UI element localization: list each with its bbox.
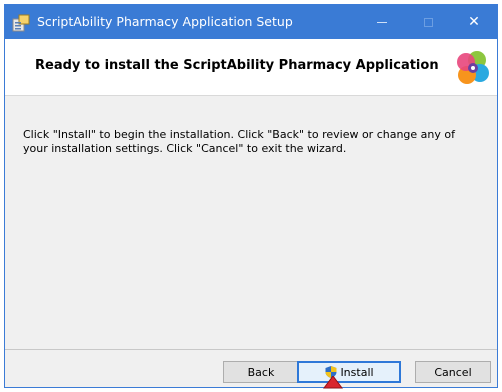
close-button[interactable]: ✕ xyxy=(451,5,497,39)
window-title: ScriptAbility Pharmacy Application Setup xyxy=(37,14,293,29)
install-button[interactable]: Install xyxy=(297,361,401,383)
install-button-label: Install xyxy=(340,365,374,379)
footer-divider xyxy=(5,349,497,350)
minimize-button[interactable] xyxy=(359,5,405,39)
header-banner: Ready to install the ScriptAbility Pharm… xyxy=(5,39,497,96)
cancel-button[interactable]: Cancel xyxy=(415,361,491,383)
close-icon: ✕ xyxy=(468,14,480,30)
content-area: Click "Install" to begin the installatio… xyxy=(5,96,497,349)
arrow-cursor-icon xyxy=(323,376,343,389)
minimize-icon xyxy=(377,21,387,23)
back-button[interactable]: Back xyxy=(223,361,299,383)
scriptability-logo-icon xyxy=(457,51,489,84)
installer-icon xyxy=(12,14,30,32)
back-button-label: Back xyxy=(247,365,275,379)
maximize-button[interactable] xyxy=(405,5,451,39)
setup-window: ScriptAbility Pharmacy Application Setup… xyxy=(4,4,498,388)
instructions-text: Click "Install" to begin the installatio… xyxy=(23,128,456,155)
page-title: Ready to install the ScriptAbility Pharm… xyxy=(35,58,439,73)
cancel-button-label: Cancel xyxy=(434,365,472,379)
maximize-icon xyxy=(423,17,433,27)
title-bar[interactable]: ScriptAbility Pharmacy Application Setup… xyxy=(5,5,497,39)
